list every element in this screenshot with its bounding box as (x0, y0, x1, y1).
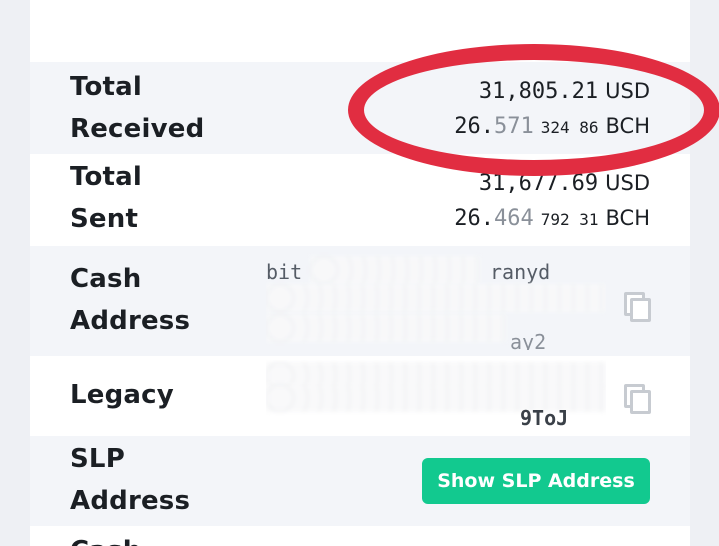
row-cash-address: Cash Address bit ranyd ay2 (30, 246, 690, 356)
address-end: 9ToJ (520, 406, 569, 430)
fiat-unit: USD (605, 79, 650, 103)
copy-icon (630, 390, 651, 414)
bch-unit: BCH (605, 114, 651, 138)
label-total-sent: Total Sent (70, 156, 142, 240)
total-received-amount: 31,805.21 USD 26.571 324 86 BCH (454, 74, 650, 145)
copy-legacy-address-button[interactable] (624, 384, 651, 414)
label-line: Cash (70, 530, 141, 546)
label-slp-address: SLP Address (70, 438, 190, 522)
label-line: Legacy (70, 380, 174, 410)
copy-icon (630, 298, 651, 322)
row-next-cash: Cash (30, 526, 690, 546)
row-slp-address: SLP Address Show SLP Address (30, 436, 690, 526)
address-start: bit (266, 260, 303, 284)
redaction-band (266, 284, 606, 312)
label-line: Sent (70, 204, 139, 234)
label-line: Received (70, 114, 205, 144)
label-line: Address (70, 306, 191, 336)
bch-integer: 26. (454, 114, 494, 139)
redaction-band (310, 256, 480, 284)
label-line: Address (70, 486, 191, 516)
show-slp-address-button[interactable]: Show SLP Address (422, 458, 650, 504)
row-total-sent: Total Sent 31,677.69 USD 26.464 792 31 B… (30, 154, 690, 246)
redaction-band (266, 314, 506, 342)
total-sent-fiat: 31,677.69 USD (454, 166, 650, 201)
label-cash-address: Cash Address (70, 258, 190, 342)
bch-integer: 26. (454, 206, 494, 231)
address-mid: ranyd (490, 260, 551, 284)
label-line: Cash (70, 264, 142, 294)
label-total-received: Total Received (70, 66, 204, 150)
fiat-value: 31,677.69 (478, 171, 599, 196)
bch-decimal-minor: 792 31 (540, 210, 599, 229)
legacy-address-value[interactable]: 9ToJ (266, 360, 606, 434)
bch-decimal-major: 464 (493, 206, 534, 231)
row-total-received: Total Received 31,805.21 USD 26.571 324 … (30, 62, 690, 154)
fiat-value: 31,805.21 (478, 79, 599, 104)
label-line: Total (70, 162, 143, 192)
label-line: SLP (70, 444, 125, 474)
address-details-card: Total Received 31,805.21 USD 26.571 324 … (30, 0, 690, 546)
label-line: Total (70, 72, 143, 102)
cash-address-value[interactable]: bit ranyd ay2 (266, 252, 606, 350)
bch-decimal-minor: 324 86 (540, 118, 599, 137)
copy-cash-address-button[interactable] (624, 292, 651, 322)
fiat-unit: USD (605, 171, 650, 195)
label-legacy: Legacy (70, 374, 174, 416)
total-received-bch: 26.571 324 86 BCH (454, 109, 650, 145)
row-legacy: Legacy 9ToJ (30, 356, 690, 436)
total-received-fiat: 31,805.21 USD (454, 74, 650, 109)
total-sent-bch: 26.464 792 31 BCH (454, 201, 650, 237)
bch-unit: BCH (605, 206, 651, 230)
label-next-cash: Cash (70, 530, 141, 546)
address-end: ay2 (510, 330, 547, 350)
bch-decimal-major: 571 (493, 114, 534, 139)
total-sent-amount: 31,677.69 USD 26.464 792 31 BCH (454, 166, 650, 237)
